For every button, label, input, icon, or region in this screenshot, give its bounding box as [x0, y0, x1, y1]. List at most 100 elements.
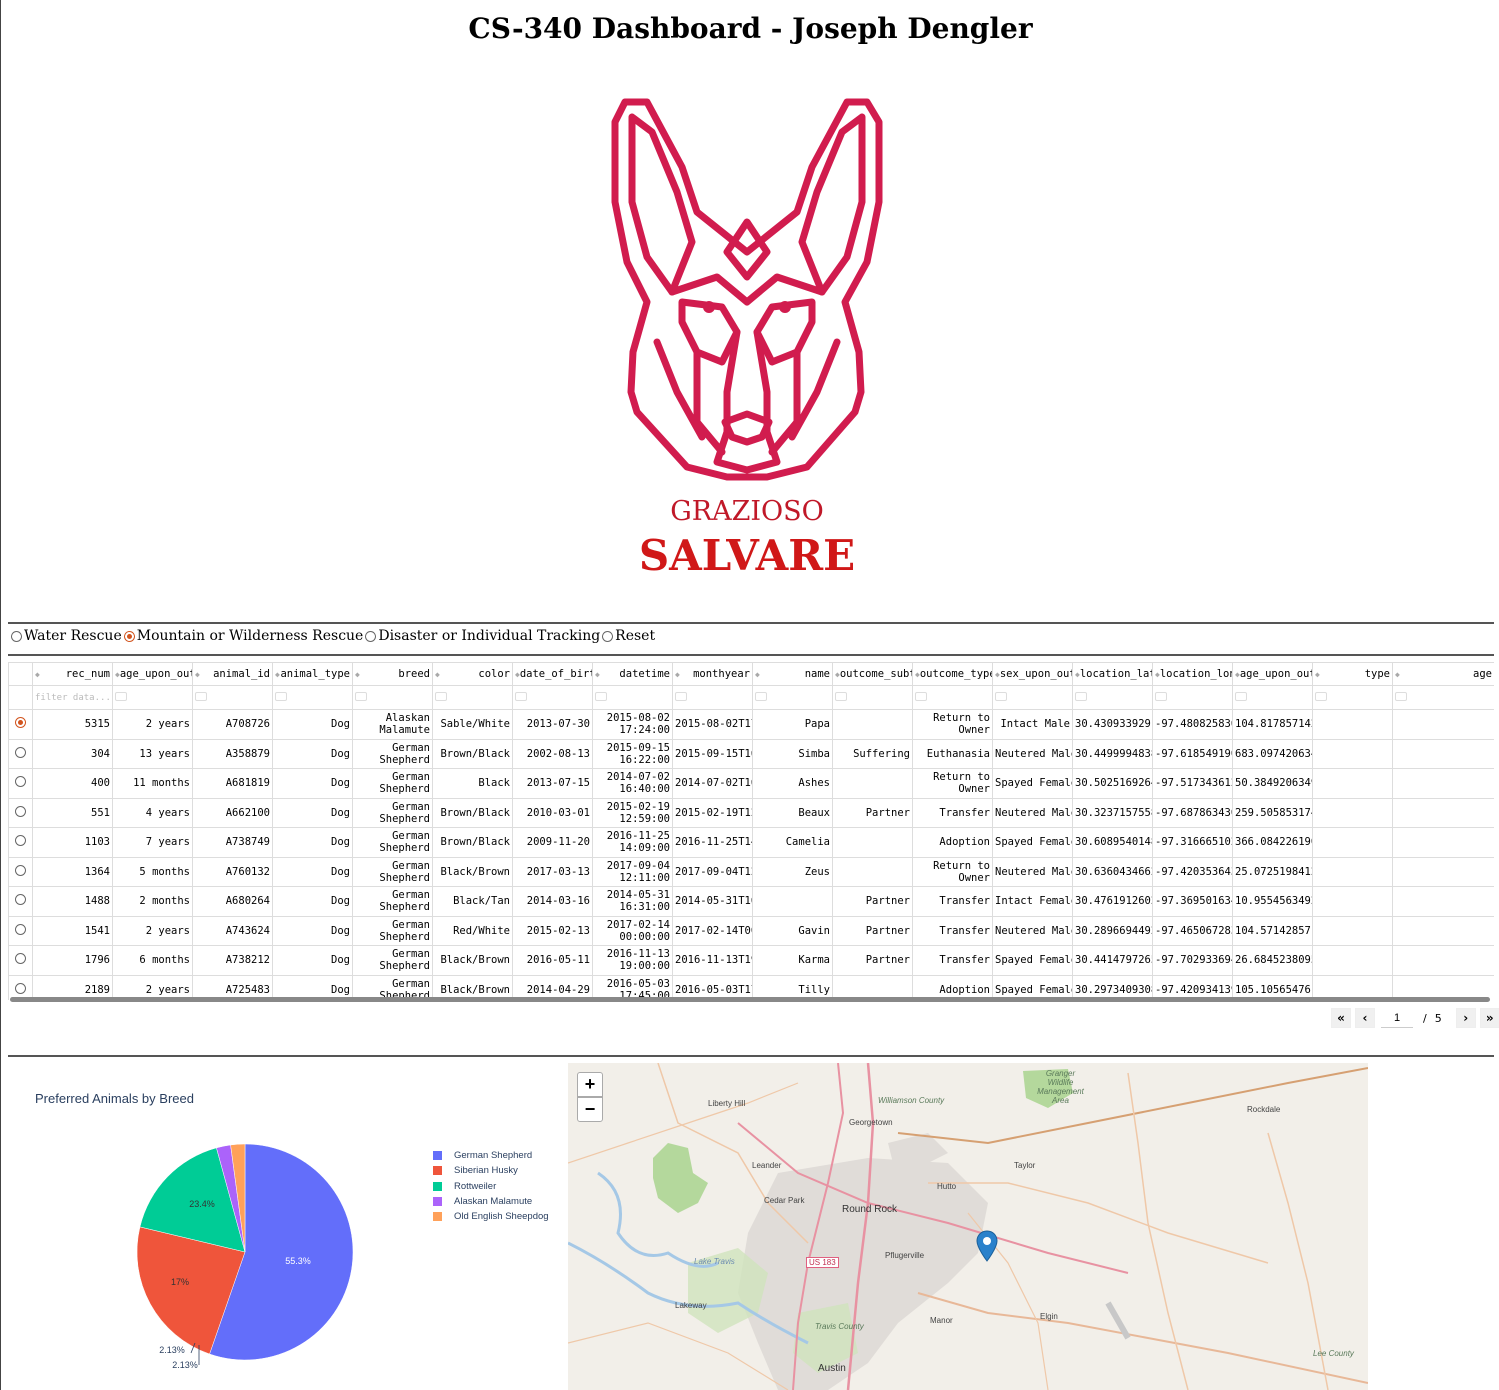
location-map[interactable]: Liberty Hill Georgetown Williamson Count…: [568, 1063, 1368, 1390]
first-page-button[interactable]: «: [1331, 1008, 1351, 1028]
sort-icon[interactable]: ◆: [195, 670, 200, 679]
filter-mountain-wilderness-rescue[interactable]: Mountain or Wilderness Rescue: [123, 628, 363, 644]
table-row[interactable]: 551 4 years A662100 Dog German Shepherd Brown…: [8, 797, 1494, 828]
filter-input[interactable]: [432, 685, 513, 710]
column-header-color[interactable]: ◆ color: [432, 662, 513, 686]
column-header-breed[interactable]: ◆ breed: [352, 662, 433, 686]
column-header-date-of-birth[interactable]: ◆date_of_birth: [512, 662, 593, 686]
filter-input[interactable]: [1152, 685, 1233, 710]
sort-icon[interactable]: ◆: [675, 670, 680, 679]
sort-icon[interactable]: ◆: [355, 670, 360, 679]
table-row[interactable]: 1364 5 months A760132 Dog German Shepherd Bla…: [8, 856, 1494, 887]
last-page-button[interactable]: »: [1479, 1008, 1499, 1028]
column-header-outcome-subtype[interactable]: ◆outcome_subtype: [832, 662, 913, 686]
row-select-radio[interactable]: [15, 835, 26, 847]
filter-input[interactable]: filter data...: [32, 685, 113, 710]
filter-input[interactable]: [272, 685, 353, 710]
row-select-radio[interactable]: [15, 746, 26, 758]
table-row[interactable]: 5315 2 years A708726 Dog Alaskan Malamute Sab…: [8, 709, 1494, 740]
row-select-radio[interactable]: [15, 717, 26, 729]
radio-button[interactable]: [365, 630, 377, 642]
sort-icon[interactable]: ◆: [35, 670, 40, 679]
filter-reset[interactable]: Reset: [602, 628, 655, 644]
radio-button[interactable]: [11, 630, 22, 642]
row-select-cell[interactable]: [8, 768, 33, 799]
filter-input[interactable]: [1312, 685, 1393, 710]
column-header-animal-id[interactable]: ◆ animal_id: [192, 662, 273, 686]
filter-input[interactable]: [672, 685, 753, 710]
column-header-age-upon-outcome[interactable]: ◆age_upon_outcome: [112, 662, 193, 686]
column-header-animal-type[interactable]: ◆ animal_type: [272, 662, 353, 686]
column-header-location-lat[interactable]: ◆ location_lat: [1072, 662, 1153, 686]
column-header-type[interactable]: ◆ type: [1312, 662, 1393, 686]
sort-icon[interactable]: ◆: [755, 670, 760, 679]
table-row[interactable]: 1796 6 months A738212 Dog German Shepherd Bla…: [8, 945, 1494, 976]
sort-icon[interactable]: ◆: [1315, 670, 1320, 679]
filter-input[interactable]: [112, 685, 193, 710]
zoom-out-button[interactable]: −: [577, 1097, 603, 1122]
filter-box: [1235, 691, 1247, 701]
row-select-radio[interactable]: [15, 776, 26, 788]
filter-disaster-individual-tracking[interactable]: Disaster or Individual Tracking: [365, 628, 600, 644]
row-select-radio[interactable]: [15, 923, 26, 935]
row-select-cell[interactable]: [8, 945, 33, 976]
previous-page-button[interactable]: ‹: [1355, 1008, 1375, 1028]
filter-input[interactable]: [1072, 685, 1153, 710]
sort-icon[interactable]: ◆: [1395, 670, 1400, 679]
column-header-name[interactable]: ◆ name: [752, 662, 833, 686]
map-marker-icon[interactable]: [976, 1230, 998, 1262]
cell-animal-type: Dog: [272, 915, 353, 946]
filter-input[interactable]: [752, 685, 833, 710]
legend-item[interactable]: Rottweiler: [433, 1179, 549, 1194]
legend-label: Siberian Husky: [454, 1165, 518, 1177]
row-select-cell[interactable]: [8, 738, 33, 769]
filter-input[interactable]: [912, 685, 993, 710]
row-select-radio[interactable]: [15, 894, 26, 906]
column-header-sex-upon-outcome[interactable]: ◆sex_upon_outcome: [992, 662, 1073, 686]
legend-item[interactable]: German Shepherd: [433, 1148, 549, 1163]
current-page-input[interactable]: [1381, 1008, 1413, 1028]
column-header-datetime[interactable]: ◆ datetime: [592, 662, 673, 686]
filter-input[interactable]: [592, 685, 673, 710]
sort-icon[interactable]: ◆: [435, 670, 440, 679]
table-row[interactable]: 400 11 months A681819 Dog German Shepherd Bla…: [8, 768, 1494, 799]
legend-item[interactable]: Old English Sheepdog: [433, 1209, 549, 1224]
filter-input[interactable]: [1392, 685, 1494, 710]
next-page-button[interactable]: ›: [1455, 1008, 1476, 1028]
legend-item[interactable]: Siberian Husky: [433, 1163, 549, 1178]
filter-input[interactable]: [1232, 685, 1313, 710]
row-select-cell[interactable]: [8, 827, 33, 858]
row-select-cell[interactable]: [8, 856, 33, 887]
column-header-age[interactable]: ◆ age: [1392, 662, 1494, 686]
row-select-cell[interactable]: [8, 797, 33, 828]
filter-input[interactable]: [352, 685, 433, 710]
filter-input[interactable]: [992, 685, 1073, 710]
column-header-outcome-type[interactable]: ◆ outcome_type: [912, 662, 993, 686]
table-horizontal-scrollbar[interactable]: [10, 997, 1490, 1002]
filter-input[interactable]: [512, 685, 593, 710]
row-select-radio[interactable]: [15, 805, 26, 817]
zoom-in-button[interactable]: +: [577, 1072, 603, 1097]
column-header-age-upon-outcome-in-weeks[interactable]: ◆age_upon_outcome_in_weeks: [1232, 662, 1313, 686]
table-row[interactable]: 304 13 years A358879 Dog German Shepherd Brow…: [8, 738, 1494, 769]
filter-input[interactable]: [192, 685, 273, 710]
column-header-location-long[interactable]: ◆location_long: [1152, 662, 1233, 686]
row-select-cell[interactable]: [8, 886, 33, 917]
radio-button[interactable]: [123, 630, 135, 642]
row-select-radio[interactable]: [15, 953, 26, 965]
legend-item[interactable]: Alaskan Malamute: [433, 1194, 549, 1209]
table-row[interactable]: 1103 7 years A738749 Dog German Shepherd Brow…: [8, 827, 1494, 858]
row-select-cell[interactable]: [8, 915, 33, 946]
radio-button[interactable]: [602, 630, 614, 642]
map-label: Pflugerville: [885, 1251, 925, 1260]
row-select-cell[interactable]: [8, 709, 33, 740]
table-row[interactable]: 1488 2 months A680264 Dog German Shepherd Bla…: [8, 886, 1494, 917]
column-header-rec-num[interactable]: ◆ rec_num: [32, 662, 113, 686]
filter-input[interactable]: [832, 685, 913, 710]
table-row[interactable]: 1541 2 years A743624 Dog German Shepherd Red/…: [8, 915, 1494, 946]
sort-icon[interactable]: ◆: [595, 670, 600, 679]
column-header-monthyear[interactable]: ◆ monthyear: [672, 662, 753, 686]
row-select-radio[interactable]: [15, 982, 26, 994]
filter-water-rescue[interactable]: Water Rescue: [11, 628, 122, 644]
row-select-radio[interactable]: [15, 864, 26, 876]
